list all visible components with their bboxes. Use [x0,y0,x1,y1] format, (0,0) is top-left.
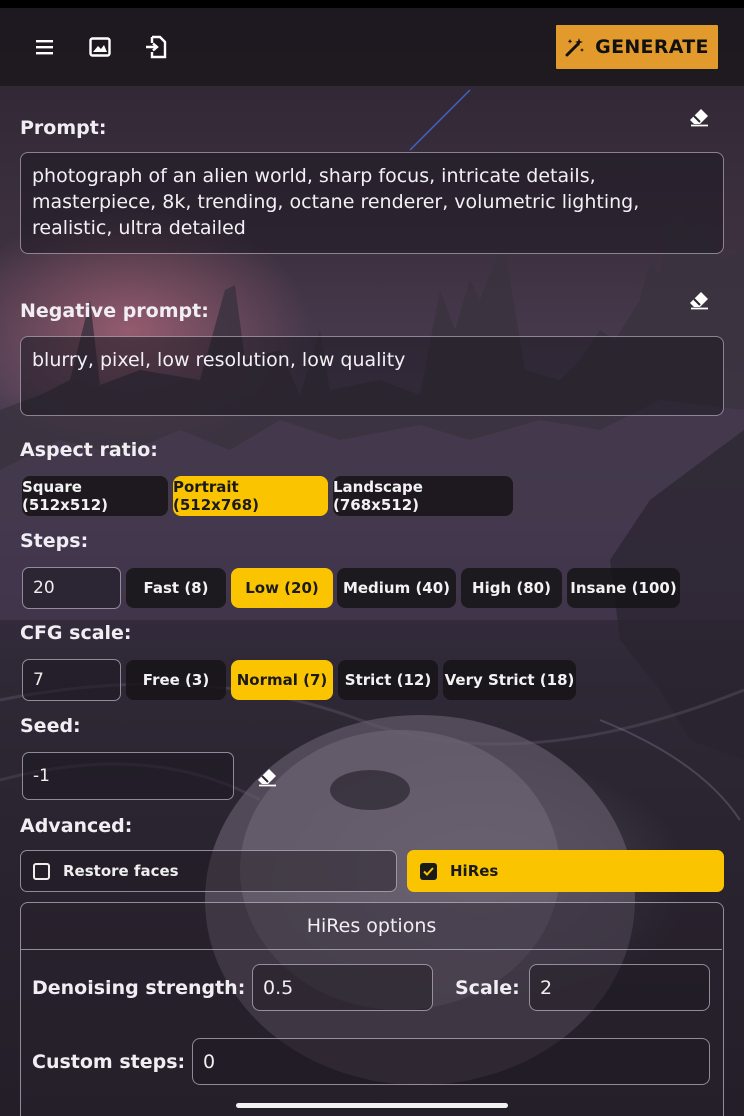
steps-label: Steps: [20,530,89,552]
steps-insane-chip[interactable]: Insane (100) [567,568,680,608]
negative-prompt-input[interactable]: blurry, pixel, low resolution, low quali… [20,336,724,416]
hires-toggle[interactable]: HiRes [407,850,724,892]
denoising-strength-label: Denoising strength: [32,977,246,999]
checkbox-checked-icon [420,862,437,880]
hires-options-panel: HiRes options Denoising strength: 0.5 Sc… [20,902,724,1116]
magic-wand-icon [565,38,585,57]
cfg-free-chip[interactable]: Free (3) [126,660,226,700]
steps-high-chip[interactable]: High (80) [461,568,562,608]
custom-steps-input[interactable]: 0 [192,1038,710,1085]
aspect-landscape-chip[interactable]: Landscape (768x512) [333,476,513,516]
hires-label: HiRes [450,862,499,880]
aspect-square-chip[interactable]: Square (512x512) [22,476,168,516]
generate-label: GENERATE [595,36,709,58]
eraser-icon[interactable] [256,767,278,787]
aspect-ratio-label: Aspect ratio: [20,439,158,461]
eraser-icon[interactable] [688,107,710,127]
seed-input[interactable]: -1 [22,752,234,800]
denoising-strength-input[interactable]: 0.5 [252,964,433,1011]
negative-prompt-label: Negative prompt: [20,300,209,322]
scale-input[interactable]: 2 [529,964,710,1011]
eraser-icon[interactable] [688,290,710,310]
import-icon[interactable] [145,35,167,59]
hires-options-title: HiRes options [21,903,722,950]
cfg-scale-label: CFG scale: [20,622,132,644]
steps-input[interactable]: 20 [22,567,121,609]
menu-icon[interactable] [35,39,55,56]
custom-steps-label: Custom steps: [32,1051,186,1073]
form: Prompt: photograph of an alien world, sh… [0,0,744,1116]
cfg-normal-chip[interactable]: Normal (7) [231,660,333,700]
checkbox-unchecked-icon [33,862,50,880]
aspect-portrait-chip[interactable]: Portrait (512x768) [173,476,328,516]
prompt-input[interactable]: photograph of an alien world, sharp focu… [20,152,724,254]
status-bar [0,0,744,8]
steps-medium-chip[interactable]: Medium (40) [337,568,456,608]
top-toolbar: GENERATE [0,8,744,86]
advanced-label: Advanced: [20,815,133,837]
restore-faces-toggle[interactable]: Restore faces [20,850,397,892]
seed-label: Seed: [20,715,81,737]
cfg-very-strict-chip[interactable]: Very Strict (18) [443,660,576,700]
scale-label: Scale: [455,977,520,999]
prompt-label: Prompt: [20,117,107,139]
home-indicator [236,1103,508,1108]
cfg-scale-input[interactable]: 7 [22,659,121,701]
restore-faces-label: Restore faces [63,862,179,880]
steps-fast-chip[interactable]: Fast (8) [126,568,226,608]
generate-button[interactable]: GENERATE [554,23,720,71]
image-icon[interactable] [89,37,111,57]
steps-low-chip[interactable]: Low (20) [231,568,333,608]
cfg-strict-chip[interactable]: Strict (12) [338,660,438,700]
